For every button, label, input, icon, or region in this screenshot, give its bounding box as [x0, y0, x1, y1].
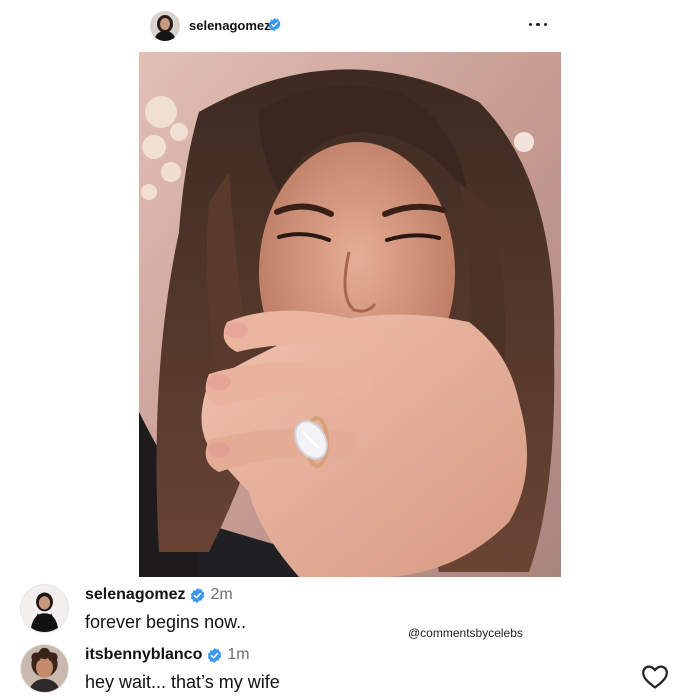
verified-badge-icon — [191, 587, 205, 603]
avatar-photo — [150, 11, 180, 41]
commenter-avatar[interactable] — [20, 644, 69, 693]
avatar-photo — [21, 645, 68, 692]
verified-badge-icon — [208, 647, 222, 663]
post-header: selenagomez — [140, 8, 560, 44]
post-photo[interactable] — [139, 52, 561, 577]
comment-timestamp: 2m — [210, 586, 233, 603]
commenter-avatar[interactable] — [20, 584, 69, 633]
post-author-username[interactable]: selenagomez — [189, 18, 271, 33]
verified-badge-icon — [268, 17, 281, 32]
comment-username[interactable]: selenagomez — [85, 586, 185, 604]
avatar-photo — [21, 585, 68, 632]
heart-icon — [642, 665, 668, 689]
comment-text: forever begins now.. — [85, 612, 247, 632]
watermark: @commentsbycelebs — [408, 626, 523, 640]
comment-header: itsbennyblanco 1m — [85, 646, 250, 664]
engagement-ring-photo — [139, 52, 561, 577]
comment-timestamp: 1m — [227, 646, 250, 663]
comment-header: selenagomez 2m — [85, 586, 233, 604]
like-button[interactable] — [641, 664, 669, 690]
comment-text: hey wait... that’s my wife — [85, 672, 280, 692]
comment-item: itsbennyblanco 1m hey wait... that’s my … — [0, 640, 700, 696]
comment-username[interactable]: itsbennyblanco — [85, 646, 202, 664]
post-author-avatar[interactable] — [150, 11, 180, 41]
comment-item: selenagomez 2m forever begins now.. — [0, 580, 700, 636]
more-options-icon[interactable] — [526, 14, 550, 34]
